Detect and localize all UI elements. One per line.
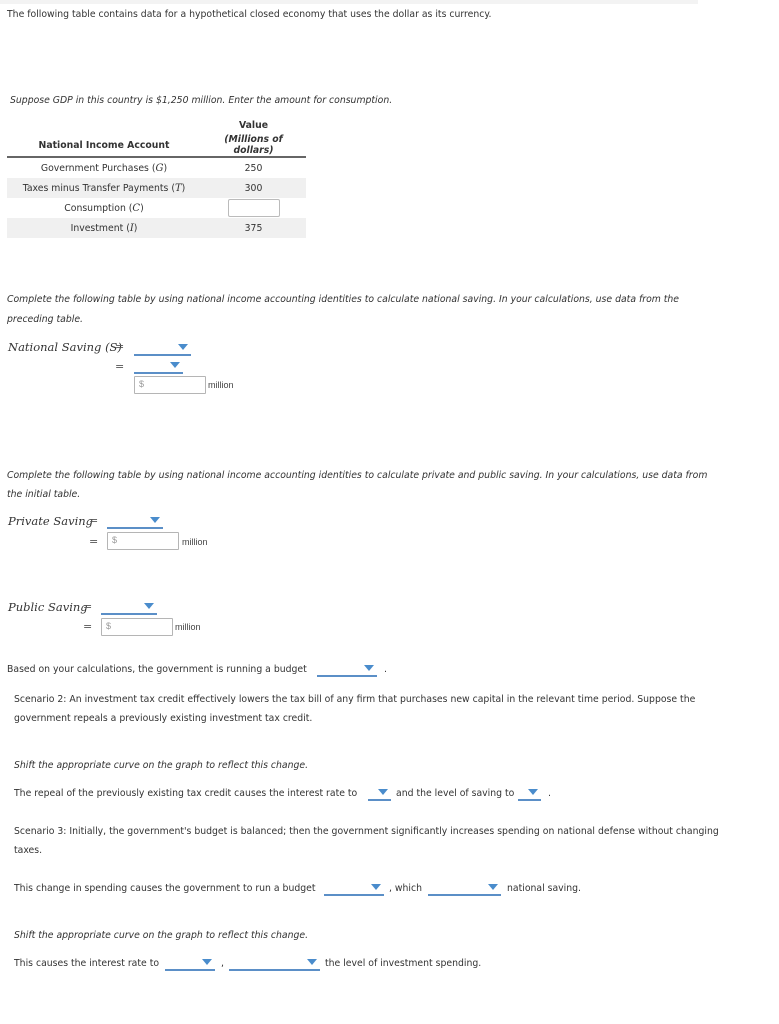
unit-label: million — [175, 622, 201, 632]
chevron-down-icon — [150, 517, 160, 523]
dollar-prefix: $ — [112, 535, 118, 545]
scenario3-sentence-c: national saving. — [507, 883, 582, 894]
header-value: Value — [238, 120, 269, 131]
scenario3-shift-instruction: Shift the appropriate curve on the graph… — [14, 930, 309, 941]
budget-dropdown[interactable] — [317, 662, 377, 677]
private-saving-input[interactable]: $ — [107, 532, 179, 550]
equals-sign: = — [89, 514, 99, 527]
table-row: Investment (I) 375 — [7, 218, 306, 238]
dollar-prefix: $ — [106, 621, 112, 631]
row-value: 300 — [201, 178, 306, 198]
header-spacer — [7, 117, 201, 134]
scenario2-line2: government repeals a previously existing… — [14, 713, 313, 724]
scenario2-sentence-a: The repeal of the previously existing ta… — [14, 788, 358, 799]
private-public-instructions-1: Complete the following table by using na… — [7, 470, 708, 481]
equals-sign: = — [115, 360, 125, 373]
private-saving-dropdown[interactable] — [107, 514, 163, 529]
unit-label: million — [208, 380, 234, 390]
national-saving-input[interactable]: $ — [134, 376, 206, 394]
private-saving-label: Private Saving — [8, 514, 94, 528]
row-label: Investment (I) — [7, 218, 201, 238]
saving-level-dropdown[interactable] — [518, 786, 541, 801]
chevron-down-icon — [488, 884, 498, 890]
chevron-down-icon — [178, 344, 188, 350]
table-row: Taxes minus Transfer Payments (T) 300 — [7, 178, 306, 198]
public-saving-label: Public Saving — [8, 600, 88, 614]
national-income-table: Value National Income Account (Millions … — [7, 117, 306, 238]
national-saving-instructions-1: Complete the following table by using na… — [7, 294, 680, 305]
row-value: 375 — [201, 218, 306, 238]
public-saving-input[interactable]: $ — [101, 618, 173, 636]
table-row: Consumption (C) — [7, 198, 306, 218]
scenario2-sentence-b: and the level of saving to — [396, 788, 515, 799]
budget-type-dropdown[interactable] — [324, 881, 384, 896]
scenario3-sentence-f: the level of investment spending. — [325, 958, 482, 969]
row-label: Consumption (C) — [64, 202, 144, 214]
table-row: Government Purchases (G) 250 — [7, 157, 306, 178]
national-saving-dropdown-1[interactable] — [134, 341, 191, 356]
unit-label: million — [182, 537, 208, 547]
chevron-down-icon — [202, 959, 212, 965]
comma: , — [221, 958, 224, 969]
chevron-down-icon — [144, 603, 154, 609]
period: . — [384, 664, 387, 675]
scenario3-sentence-b: , which — [389, 883, 422, 894]
scenario3-sentence-d: This causes the interest rate to — [14, 958, 160, 969]
row-value: 250 — [244, 162, 263, 174]
top-bar — [0, 0, 698, 4]
row-label: Taxes minus Transfer Payments (T) — [7, 178, 201, 198]
scenario2-line1: Scenario 2: An investment tax credit eff… — [14, 694, 696, 705]
header-account: National Income Account — [7, 134, 201, 158]
chevron-down-icon — [307, 959, 317, 965]
intro-text: The following table contains data for a … — [7, 9, 492, 20]
chevron-down-icon — [170, 362, 180, 368]
equals-sign: = — [83, 620, 93, 633]
chevron-down-icon — [528, 789, 538, 795]
equals-sign: = — [115, 340, 125, 353]
dollar-prefix: $ — [139, 379, 145, 389]
equals-sign: = — [89, 535, 99, 548]
public-saving-dropdown[interactable] — [101, 600, 157, 615]
header-millions: (Millions of dollars) — [201, 134, 306, 158]
national-saving-label: National Saving (S) — [8, 340, 122, 354]
equals-sign: = — [83, 600, 93, 613]
budget-text: Based on your calculations, the governme… — [7, 664, 307, 675]
scenario2-shift-instruction: Shift the appropriate curve on the graph… — [14, 760, 309, 771]
scenario3-line1: Scenario 3: Initially, the government's … — [14, 826, 719, 837]
consumption-cell — [201, 198, 306, 218]
interest-rate-dropdown-2[interactable] — [165, 956, 215, 971]
scenario3-sentence-a: This change in spending causes the gover… — [14, 883, 316, 894]
chevron-down-icon — [364, 665, 374, 671]
row-label: Government Purchases (G) — [40, 162, 168, 174]
chevron-down-icon — [371, 884, 381, 890]
interest-rate-dropdown[interactable] — [368, 786, 391, 801]
national-saving-instructions-2: preceding table. — [7, 314, 84, 325]
consumption-input[interactable] — [227, 199, 280, 217]
gdp-prompt: Suppose GDP in this country is $1,250 mi… — [10, 95, 393, 106]
scenario3-line2: taxes. — [14, 845, 43, 856]
national-saving-effect-dropdown[interactable] — [428, 881, 501, 896]
period: . — [548, 788, 551, 799]
investment-effect-dropdown[interactable] — [229, 956, 320, 971]
private-public-instructions-2: the initial table. — [7, 489, 81, 500]
chevron-down-icon — [378, 789, 388, 795]
national-saving-dropdown-2[interactable] — [134, 359, 183, 374]
